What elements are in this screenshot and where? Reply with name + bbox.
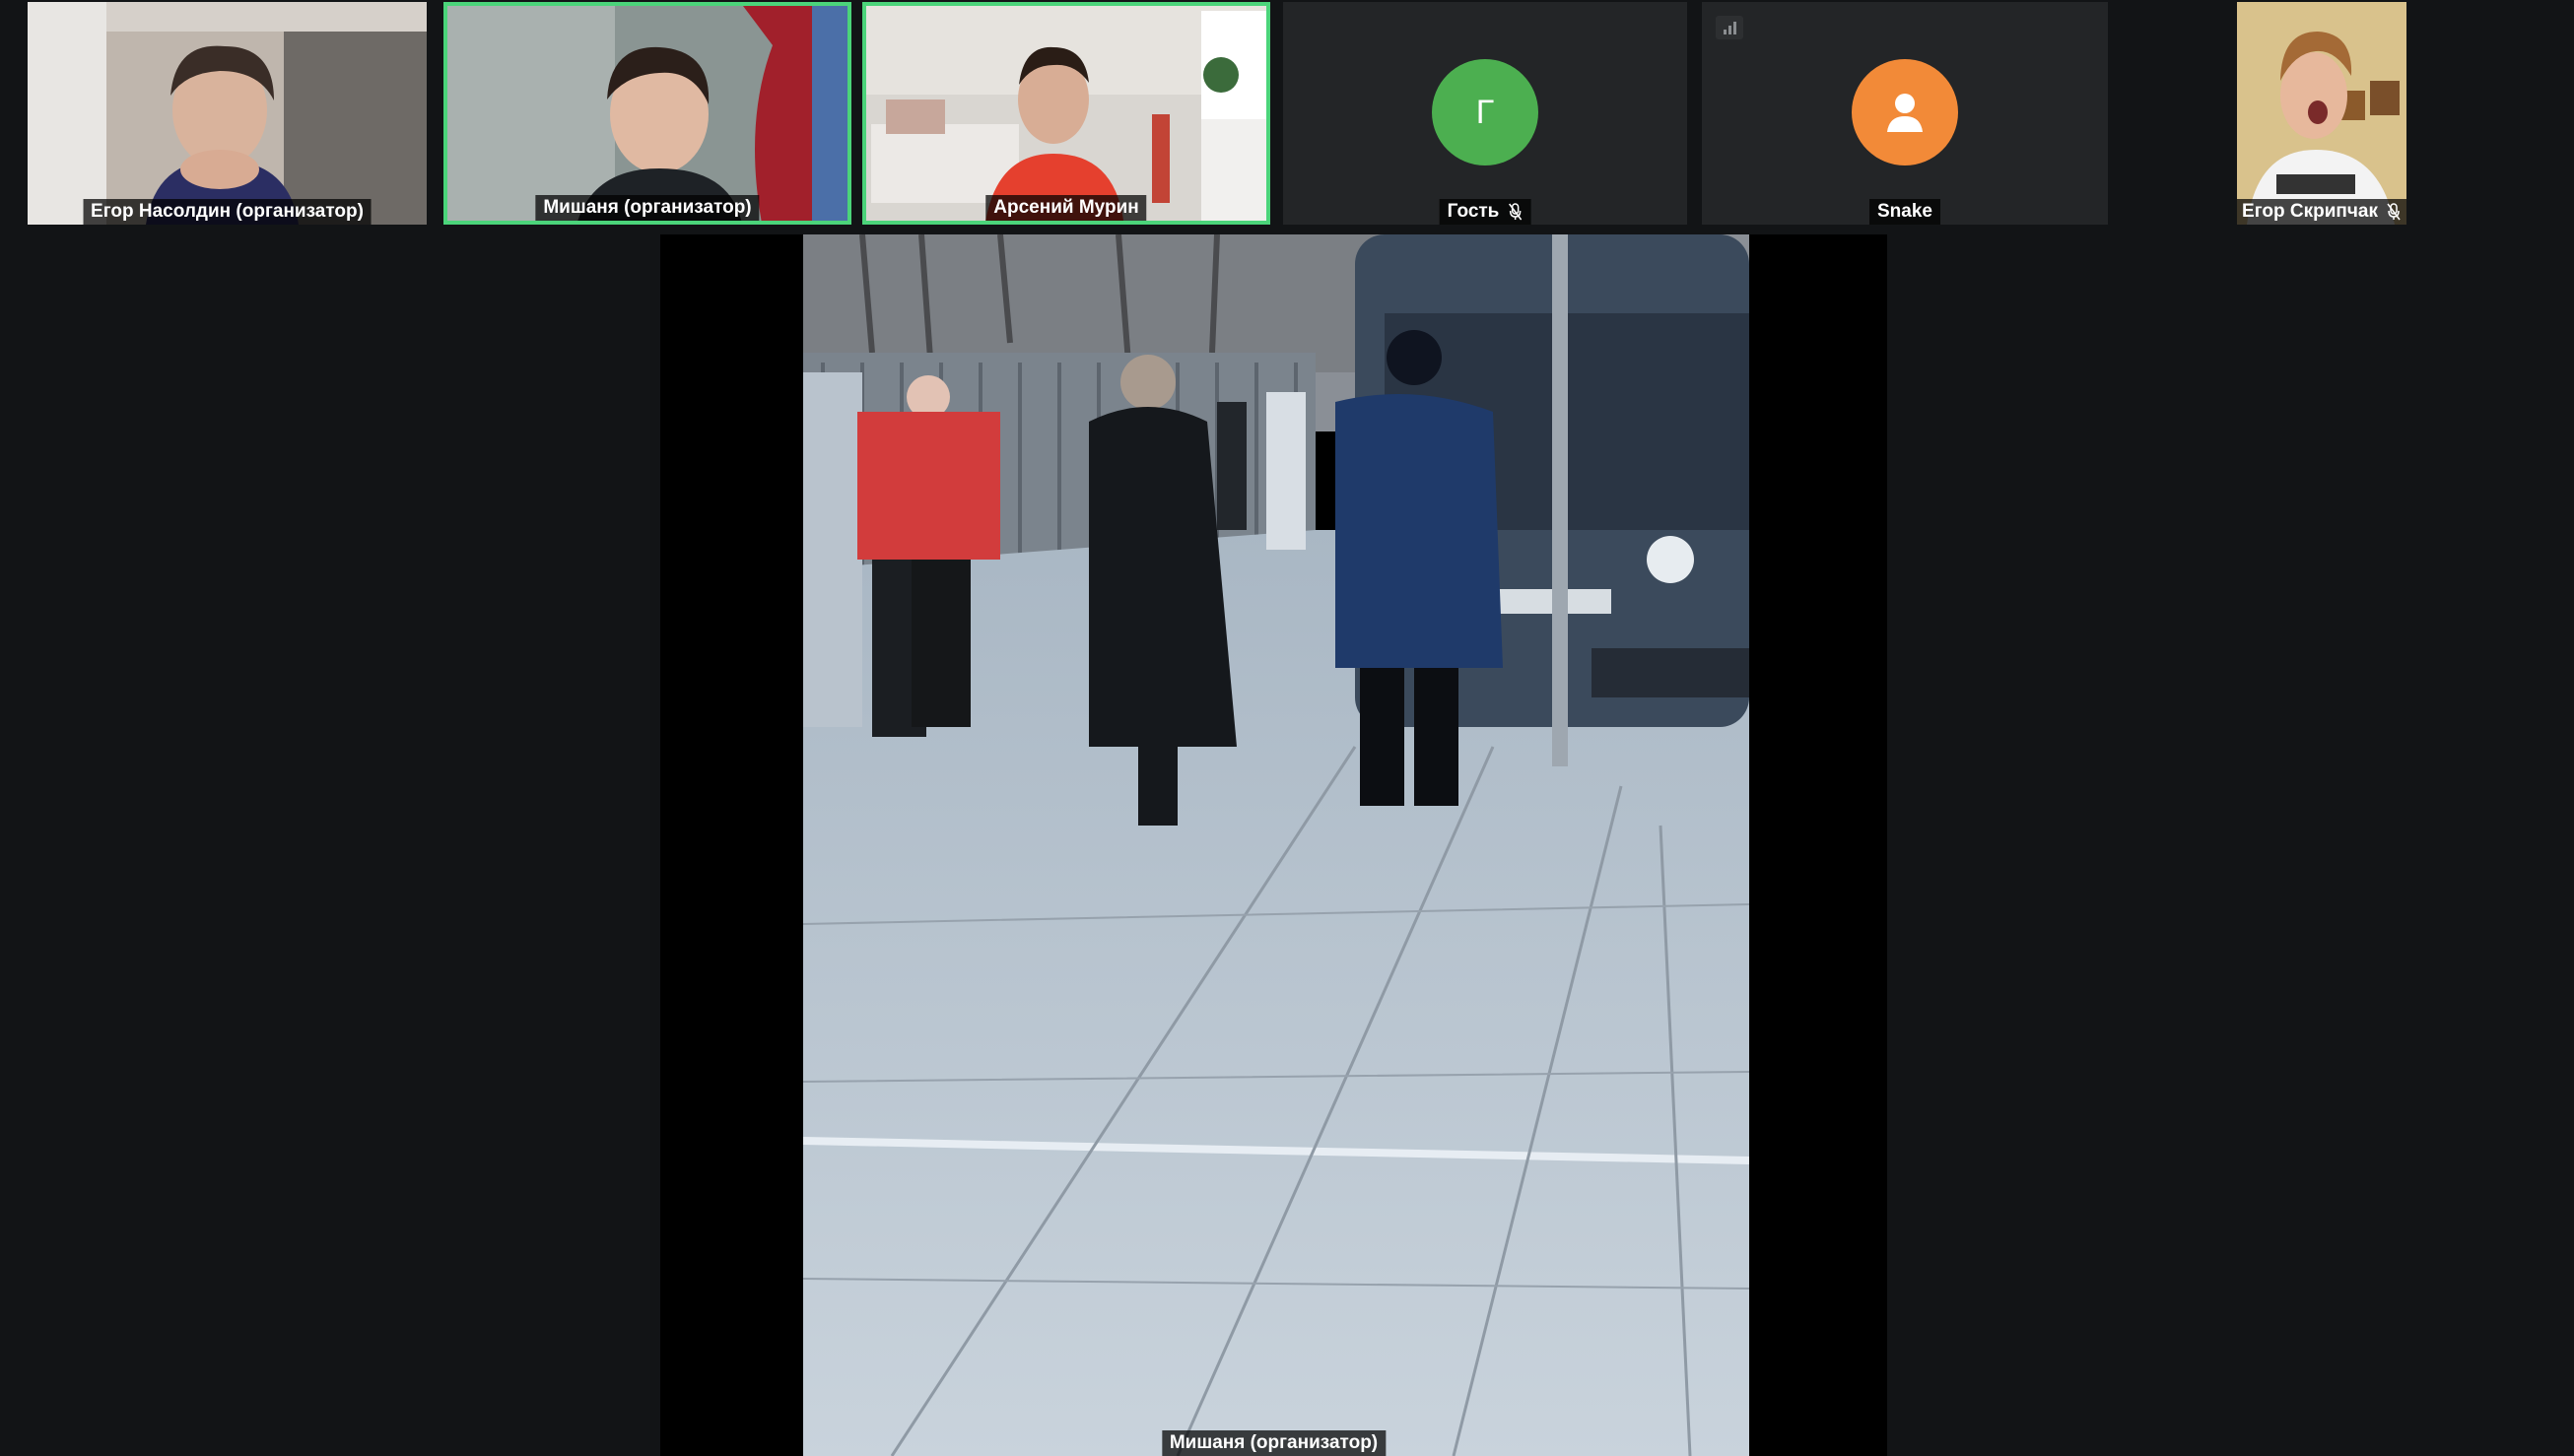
participant-name-label: Мишаня (организатор) (535, 195, 760, 221)
participant-tile-egor-skripchak[interactable]: Егор Скрипчак (2237, 2, 2406, 225)
participant-tile-egor-nasoldin[interactable]: Егор Насолдин (организатор) (28, 2, 427, 225)
participant-video (447, 6, 847, 221)
mic-off-icon (1508, 203, 1522, 221)
mic-off-icon (2387, 203, 2401, 221)
user-icon (1887, 94, 1923, 132)
participant-tile-mishanya[interactable]: Мишаня (организатор) (443, 2, 851, 225)
participant-name-label: Гость (1439, 199, 1531, 225)
avatar (1852, 59, 1958, 165)
participant-tile-guest[interactable]: Г Гость (1283, 2, 1687, 225)
participant-name-label: Егор Насолдин (организатор) (83, 199, 372, 225)
participant-name-label: Арсений Мурин (985, 195, 1147, 221)
main-speaker-stage[interactable]: Мишаня (организатор) (660, 234, 1887, 1456)
main-speaker-name-label: Мишаня (организатор) (1161, 1430, 1387, 1456)
street-scene (803, 234, 1749, 1456)
avatar: Г (1432, 59, 1538, 165)
participant-tile-arseniy-murin[interactable]: Арсений Мурин (862, 2, 1270, 225)
signal-icon (1716, 16, 1743, 39)
participant-video (2237, 2, 2406, 225)
participant-video (28, 2, 427, 225)
participant-name-label: Snake (1869, 199, 1940, 225)
participant-tile-snake[interactable]: Snake (1702, 2, 2108, 225)
participant-video (866, 6, 1266, 221)
main-speaker-video (803, 234, 1749, 1456)
participant-name-label: Егор Скрипчак (2237, 199, 2406, 225)
